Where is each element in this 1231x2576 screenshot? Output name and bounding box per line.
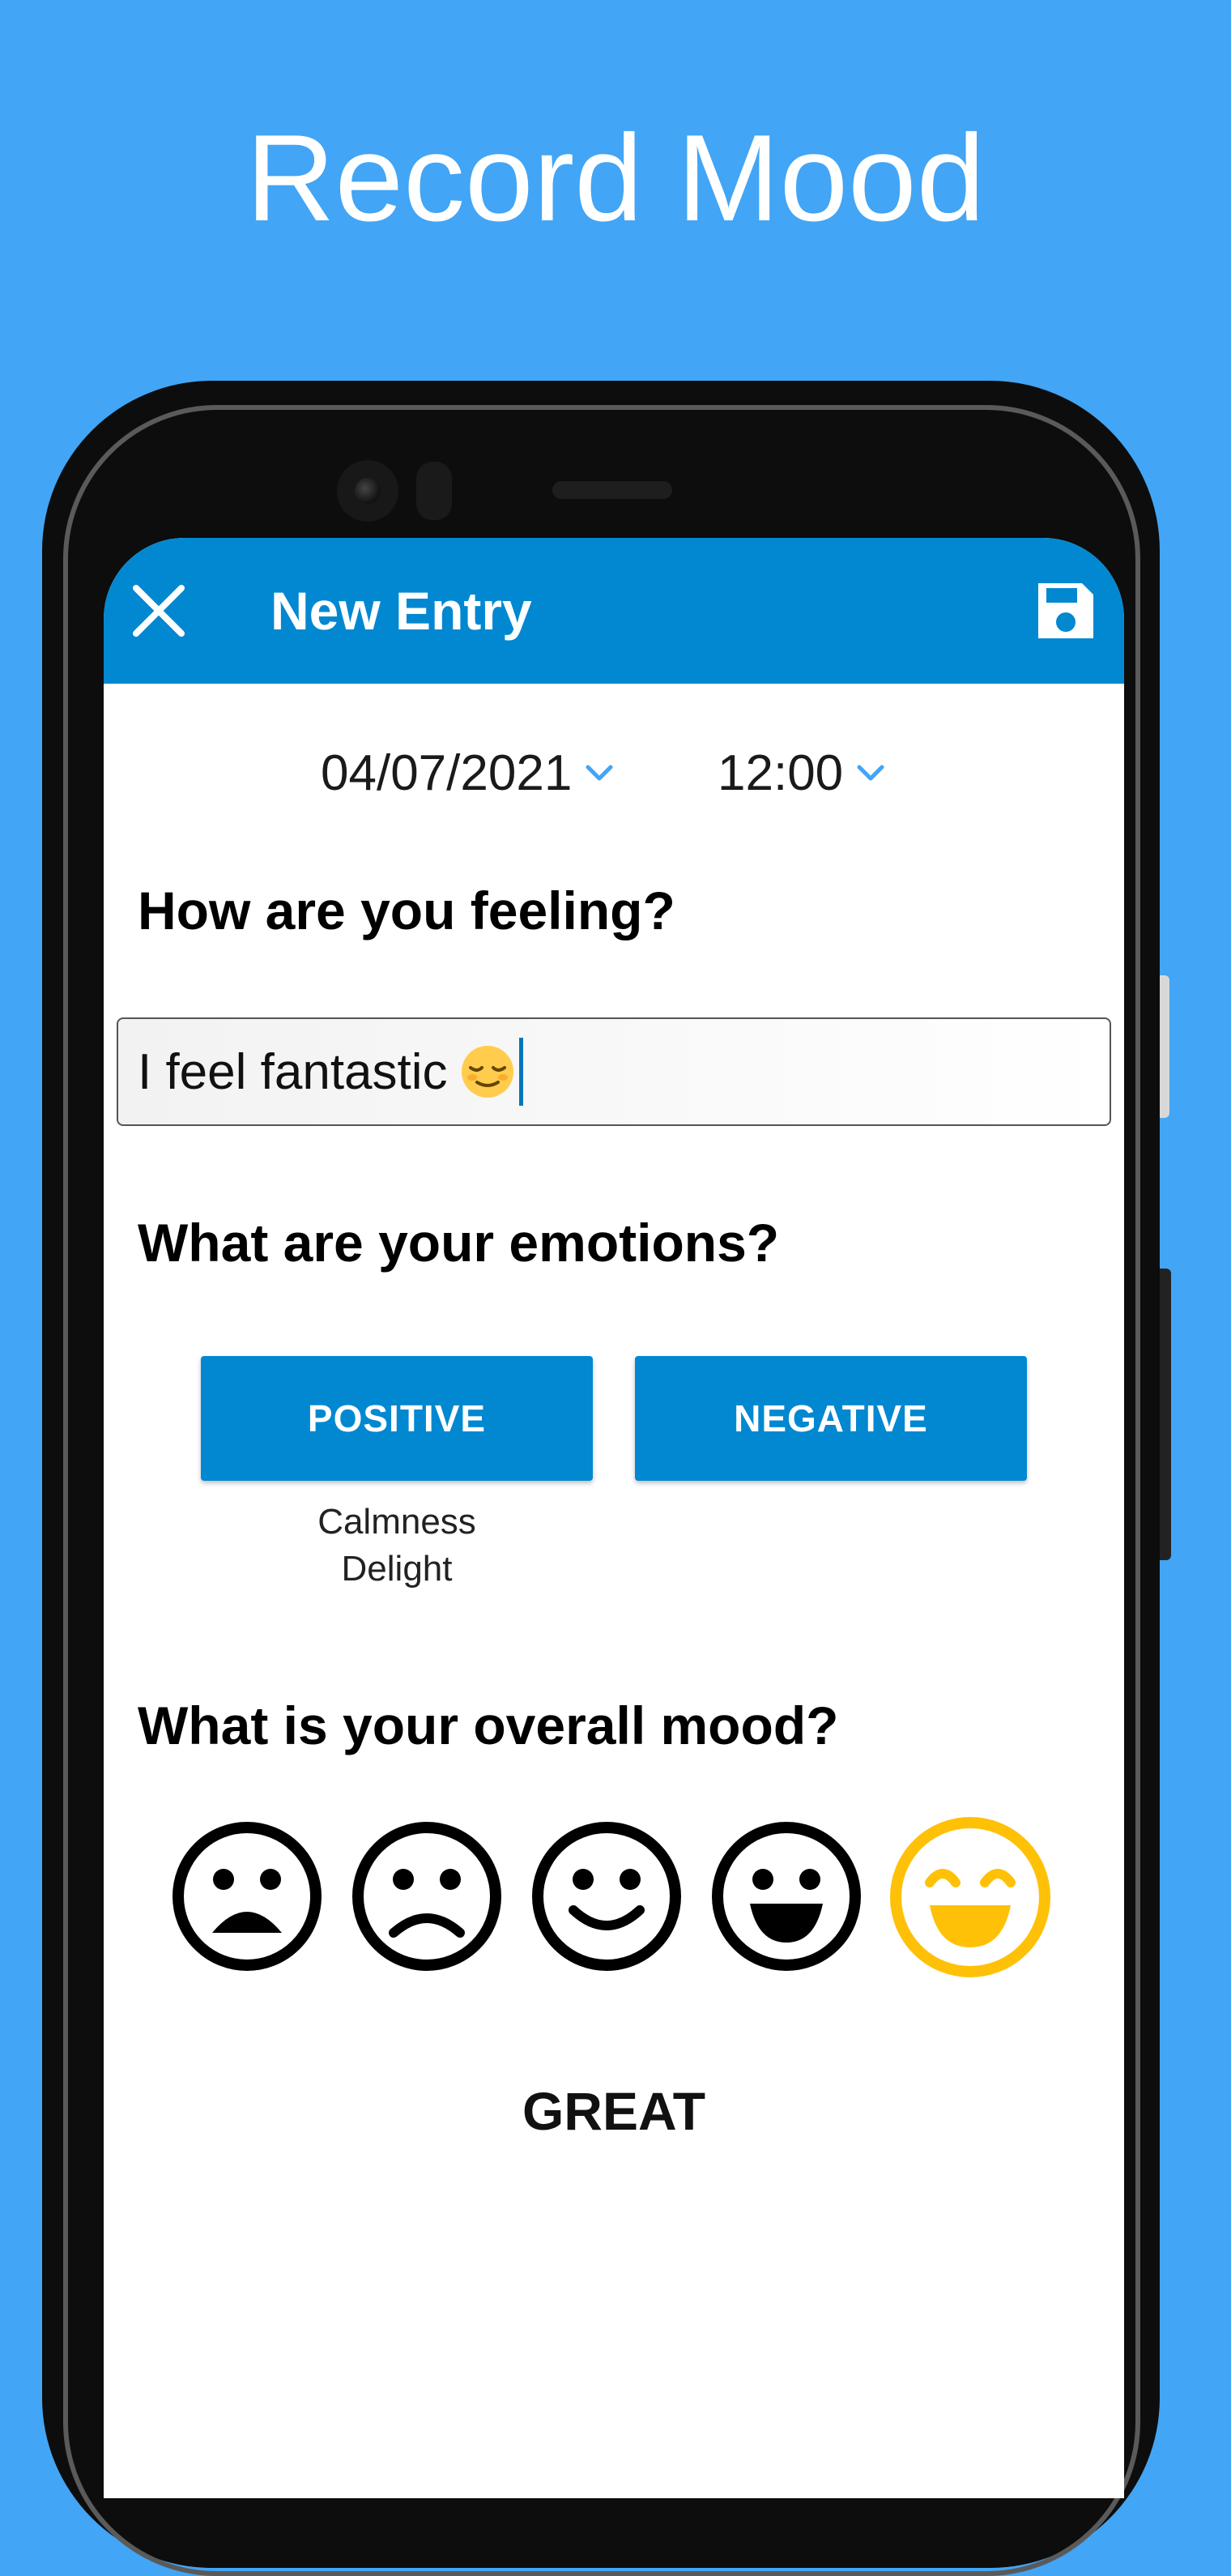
emotion-item: Delight — [341, 1549, 453, 1589]
date-value: 04/07/2021 — [321, 744, 573, 801]
app-bar: New Entry — [104, 538, 1124, 684]
feeling-heading: How are you feeling? — [138, 881, 675, 940]
very-sad-face-icon[interactable] — [170, 1819, 324, 1973]
negative-emotions-button[interactable]: NEGATIVE — [635, 1356, 1027, 1481]
chevron-down-icon — [857, 765, 884, 781]
app-screen: New Entry 04/07/2021 12:00 How are you f… — [104, 538, 1124, 2498]
emotions-heading: What are your emotions? — [138, 1213, 780, 1273]
feeling-input-text: I feel fantastic — [138, 1043, 448, 1100]
selected-positive-emotions: Calmness Delight — [201, 1499, 593, 1593]
date-picker[interactable]: 04/07/2021 — [321, 732, 616, 813]
close-icon — [133, 585, 185, 637]
earpiece-speaker — [552, 481, 672, 499]
feeling-input[interactable]: I feel fantastic — [117, 1017, 1111, 1126]
mood-heading: What is your overall mood? — [138, 1695, 839, 1755]
page-title: New Entry — [270, 581, 532, 641]
relieved-face-emoji-icon — [461, 1046, 513, 1098]
sad-face-icon[interactable] — [350, 1819, 504, 1973]
proximity-sensor — [416, 462, 452, 520]
close-button[interactable] — [128, 580, 190, 642]
great-face-icon[interactable] — [888, 1815, 1053, 1980]
time-picker[interactable]: 12:00 — [718, 732, 887, 813]
save-button[interactable] — [1033, 578, 1098, 643]
chevron-down-icon — [586, 765, 613, 781]
floppy-disk-icon — [1038, 583, 1093, 638]
positive-emotions-button[interactable]: POSITIVE — [201, 1356, 593, 1481]
promo-title: Record Mood — [245, 109, 986, 247]
mood-selected-label: GREAT — [522, 2081, 706, 2141]
smile-face-icon[interactable] — [530, 1819, 684, 1973]
text-cursor — [518, 1038, 523, 1106]
time-value: 12:00 — [718, 744, 844, 801]
front-camera — [337, 460, 398, 522]
happy-face-icon[interactable] — [709, 1819, 863, 1973]
emotion-item: Calmness — [317, 1502, 476, 1542]
phone-side-light — [1160, 975, 1169, 1118]
phone-power-button — [1160, 1269, 1171, 1560]
